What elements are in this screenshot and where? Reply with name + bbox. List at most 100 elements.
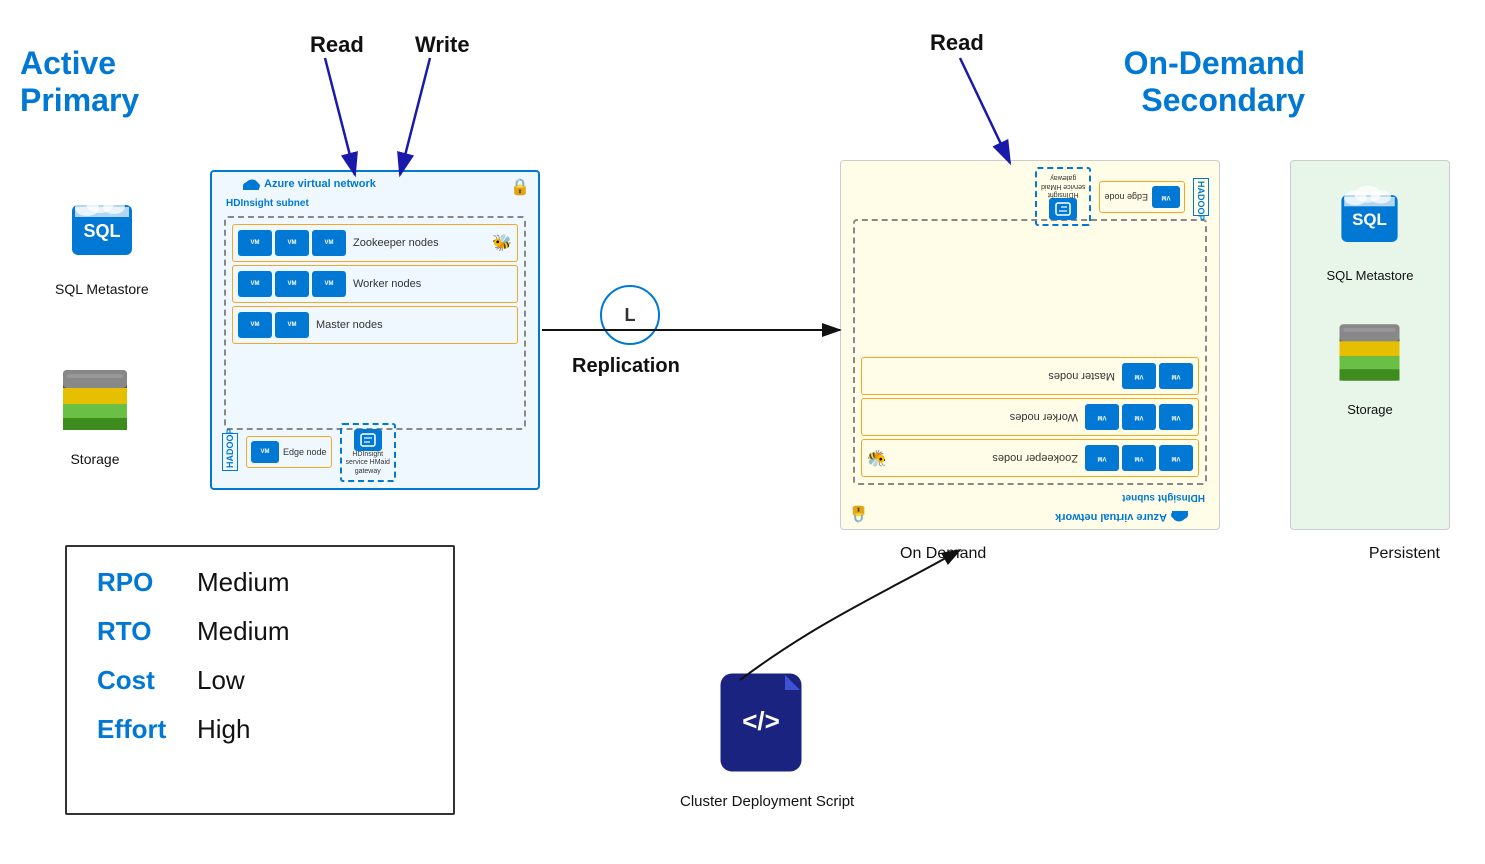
azure-network-label-left: Azure virtual network <box>242 177 376 191</box>
rto-value: Medium <box>197 616 289 647</box>
rto-row: RTO Medium <box>97 616 423 647</box>
cluster-box-left: Azure virtual network 🔒 HDInsight subnet… <box>210 170 540 490</box>
inner-dashed-right: VM VM VM Zookeeper nodes 🐝 VM VM VM Work… <box>853 219 1207 485</box>
sql-icon-left: SQL <box>62 190 142 270</box>
cluster-deployment-script-label: Cluster Deployment Script <box>680 793 854 810</box>
cost-key: Cost <box>97 665 177 696</box>
cluster-deployment-script-area: </> Cluster Deployment Script <box>680 670 854 810</box>
edge-vm: VM <box>251 441 279 463</box>
hdinsight-subnet-label-left: HDInsight subnet <box>226 198 309 209</box>
write-label: Write <box>415 32 470 58</box>
rpo-row: RPO Medium <box>97 567 423 598</box>
zk-node-r3: VM <box>1085 445 1119 471</box>
zookeeper-label-right: Zookeeper nodes <box>992 452 1078 464</box>
zk-node-r1: VM <box>1159 445 1193 471</box>
diagram-container: Active Primary On-Demand Secondary Read … <box>0 0 1485 864</box>
gateway-icon <box>354 429 382 451</box>
read-label-right: Read <box>930 30 984 56</box>
gateway-icon-right <box>1049 198 1077 220</box>
worker-row: VM VM VM Worker nodes <box>232 265 518 303</box>
azure-network-label-right: Azure virtual network <box>1055 510 1189 524</box>
storage-left-label: Storage <box>55 451 135 467</box>
sql-metastore-right-label: SQL Metastore <box>1327 268 1414 283</box>
active-primary-label: Active Primary <box>20 45 139 119</box>
effort-value: High <box>197 714 250 745</box>
hadoop-label: HADOOP <box>222 433 238 471</box>
wk-node-2: VM <box>275 271 309 297</box>
zookeeper-row-right: VM VM VM Zookeeper nodes 🐝 <box>861 439 1199 477</box>
lock-icon-right: 🔒 <box>849 504 869 524</box>
inner-dashed-left: VM VM VM Zookeeper nodes 🐝 VM VM VM Work… <box>224 216 526 430</box>
cds-icon: </> <box>717 670 817 780</box>
bee-icon-zk-right: 🐝 <box>867 448 887 468</box>
gateway-box-right: HDInsightservice HMaidgateway <box>1035 167 1091 226</box>
svg-text:</>: </> <box>742 706 780 736</box>
persistent-inner: SQL SQL Metastore Storage <box>1327 161 1414 417</box>
on-demand-label: On Demand <box>900 545 986 563</box>
zk-node-2: VM <box>275 230 309 256</box>
persistent-label: Persistent <box>1369 545 1440 563</box>
mn-node-2: VM <box>275 312 309 338</box>
persistent-box: SQL SQL Metastore Storage <box>1290 160 1450 530</box>
worker-row-right: VM VM VM Worker nodes <box>861 398 1199 436</box>
wk-node-r2: VM <box>1122 404 1156 430</box>
worker-label: Worker nodes <box>353 278 421 290</box>
mn-node-r1: VM <box>1159 363 1193 389</box>
storage-left: Storage <box>55 360 135 467</box>
gateway-box: HDInsightservice HMaidgateway <box>340 423 396 482</box>
metrics-box: RPO Medium RTO Medium Cost Low Effort Hi… <box>65 545 455 815</box>
rpo-key: RPO <box>97 567 177 598</box>
mn-node-r2: VM <box>1122 363 1156 389</box>
worker-label-right: Worker nodes <box>1010 411 1078 423</box>
edge-node-box: VM Edge node <box>246 436 332 468</box>
replication-circle: L <box>600 285 660 345</box>
wk-node-1: VM <box>238 271 272 297</box>
rpo-value: Medium <box>197 567 289 598</box>
gateway-label: HDInsightservice HMaidgateway <box>346 451 390 476</box>
zookeeper-row: VM VM VM Zookeeper nodes 🐝 <box>232 224 518 262</box>
edge-node-label-right: Edge node <box>1104 192 1148 202</box>
wk-node-r1: VM <box>1159 404 1193 430</box>
storage-icon-right <box>1332 315 1407 390</box>
replication-label: Replication <box>572 355 680 378</box>
svg-text:SQL: SQL <box>1353 210 1388 229</box>
svg-text:SQL: SQL <box>83 221 120 241</box>
effort-key: Effort <box>97 714 177 745</box>
zookeeper-label: Zookeeper nodes <box>353 237 439 249</box>
cost-value: Low <box>197 665 245 696</box>
master-row: VM VM Master nodes <box>232 306 518 344</box>
wk-node-3: VM <box>312 271 346 297</box>
effort-row: Effort High <box>97 714 423 745</box>
master-label-right: Master nodes <box>1048 370 1115 382</box>
hdinsight-subnet-label-right: HDInsight subnet <box>1122 492 1205 503</box>
rto-key: RTO <box>97 616 177 647</box>
storage-right-label: Storage <box>1347 402 1393 417</box>
edge-area-left: HADOOP VM Edge node HDInsightservice HMa… <box>222 423 528 482</box>
zk-node-3: VM <box>312 230 346 256</box>
sql-metastore-left: SQL SQL Metastore <box>55 190 149 297</box>
bee-icon-zk: 🐝 <box>492 233 512 253</box>
lock-icon-left: 🔒 <box>510 177 530 197</box>
storage-icon-left <box>55 360 135 440</box>
cluster-right-inner: Azure virtual network 🔒 HDInsight subnet… <box>841 161 1219 529</box>
wk-node-r3: VM <box>1085 404 1119 430</box>
read-label-left: Read <box>310 32 364 58</box>
cost-row: Cost Low <box>97 665 423 696</box>
master-label: Master nodes <box>316 319 383 331</box>
hadoop-label-right: HADOOP <box>1193 178 1209 216</box>
edge-area-right: HADOOP VM Edge node HDInsightservice HMa… <box>851 167 1209 226</box>
edge-node-label: Edge node <box>283 447 327 457</box>
sql-icon-right: SQL <box>1332 181 1407 256</box>
master-row-right: VM VM Master nodes <box>861 357 1199 395</box>
cluster-box-right: Azure virtual network 🔒 HDInsight subnet… <box>840 160 1220 530</box>
zk-node-r2: VM <box>1122 445 1156 471</box>
zk-node-1: VM <box>238 230 272 256</box>
sql-metastore-left-label: SQL Metastore <box>55 281 149 297</box>
edge-node-box-right: VM Edge node <box>1099 181 1185 213</box>
cloud-icon-left <box>242 177 260 191</box>
on-demand-secondary-label: On-Demand Secondary <box>1124 45 1305 119</box>
edge-vm-right: VM <box>1152 186 1180 208</box>
gateway-label-right: HDInsightservice HMaidgateway <box>1041 173 1085 198</box>
cloud-icon-right <box>1171 510 1189 524</box>
mn-node-1: VM <box>238 312 272 338</box>
